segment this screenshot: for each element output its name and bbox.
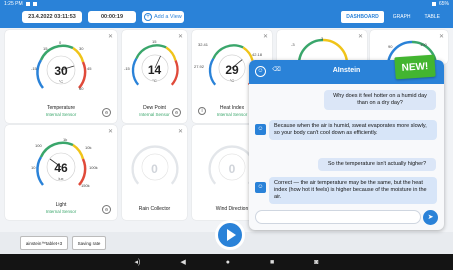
tick-label: 1k: [63, 137, 68, 142]
tick-label: 32.41: [198, 42, 209, 47]
timer-display[interactable]: 00:00:19: [88, 11, 136, 23]
tick-label: -3: [291, 42, 295, 47]
tick-label: 3: [321, 36, 324, 41]
gauge-unit: °C: [152, 78, 157, 83]
user-message: So the temperature isn't actually higher…: [318, 158, 436, 171]
date-display[interactable]: 23.4.2022 03:11:53: [22, 11, 82, 23]
tick-label: 100k: [89, 165, 98, 170]
tab-table[interactable]: TABLE: [420, 11, 445, 23]
notification-icon: [25, 2, 30, 6]
widget-light[interactable]: ✕ 46 lux 100 1k 10k 100k 150k 10 Light I…: [5, 125, 117, 220]
tick-label: -15: [124, 66, 130, 71]
widget-title: Rain Collector: [138, 206, 171, 212]
info-icon[interactable]: i: [198, 107, 206, 115]
gauge-unit: °C: [58, 79, 64, 84]
system-status-bar: 1:25 PM 65%: [0, 0, 453, 8]
tick-label: 10: [31, 165, 36, 170]
tick-label: -15: [31, 66, 37, 71]
tick-label: 27.92: [194, 64, 205, 69]
add-view-label: Add a View: [154, 14, 182, 20]
recents-icon[interactable]: ■: [270, 259, 274, 266]
gauge-value: 14: [147, 63, 162, 77]
tab-graph[interactable]: GRAPH: [388, 11, 416, 23]
widget-title: Light: [55, 202, 67, 208]
plus-icon: +: [144, 13, 152, 21]
tick-label: 15: [152, 39, 157, 44]
app-toolbar: 23.4.2022 03:11:53 00:00:19 + Add a View…: [0, 8, 453, 28]
widget-rain-collector[interactable]: ✕ 0 Rain Collector: [122, 125, 187, 220]
bot-avatar-icon: ☺: [255, 182, 266, 193]
tick-label: 10k: [85, 145, 92, 150]
tick-label: 0: [59, 40, 62, 45]
widget-source: Internal Sensor: [45, 209, 77, 214]
widget-temperature[interactable]: ✕ 30 °C 0 15 30 45 60 -15 Temperature In…: [5, 30, 117, 123]
ainstein-chat-panel: ☺ ⌫ AInstein Why does it feel hotter on …: [249, 60, 444, 230]
tick-label: 42.18: [252, 52, 263, 57]
settings-icon[interactable]: ⚙: [102, 205, 111, 214]
gauge-value: 46: [54, 161, 68, 175]
play-button[interactable]: [215, 220, 245, 250]
close-icon[interactable]: ✕: [178, 33, 183, 40]
widget-dew-point[interactable]: ✕ 14 °C 15 -15 Dew Point Internal Sensor…: [122, 30, 187, 123]
add-view-button[interactable]: + Add a View: [142, 11, 184, 23]
gauge-unit: lux: [58, 176, 64, 181]
new-badge: NEW!: [394, 54, 436, 80]
bot-message: Correct — the air temperature may be the…: [269, 177, 437, 204]
view-tabs: DASHBOARD GRAPH TABLE: [341, 11, 445, 23]
tick-label: 90: [388, 44, 393, 49]
bot-message: Because when the air is humid, sweat eva…: [269, 120, 437, 140]
home-icon[interactable]: ●: [226, 259, 230, 266]
user-message: Why does it feel hotter on a humid day t…: [324, 90, 436, 110]
tick-label: 15: [43, 46, 48, 51]
system-nav-bar: ◂) ◀ ● ■ ◙: [0, 254, 453, 270]
gauge-value: 30: [54, 64, 68, 78]
device-selector[interactable]: ainstein™tablet+3: [20, 236, 68, 250]
settings-icon[interactable]: ⚙: [102, 108, 111, 117]
saving-rate-button[interactable]: Saving rate: [72, 236, 106, 250]
tick-label: 60: [79, 86, 84, 91]
close-icon[interactable]: ✕: [263, 33, 268, 40]
wifi-icon: [431, 2, 436, 6]
widget-partial[interactable]: ✕ -3 3: [277, 30, 367, 65]
bot-avatar-icon: ☺: [255, 124, 266, 135]
back-icon[interactable]: ◀: [180, 258, 185, 266]
widget-source: Internal Sensor: [45, 112, 77, 117]
close-icon[interactable]: ✕: [178, 128, 183, 135]
close-icon[interactable]: ✕: [108, 128, 113, 135]
tick-label: 100: [420, 42, 427, 47]
tick-label: 100: [35, 143, 42, 148]
tab-dashboard[interactable]: DASHBOARD: [341, 11, 384, 23]
camera-icon[interactable]: ◙: [314, 259, 318, 266]
settings-icon[interactable]: ⚙: [172, 108, 181, 117]
battery-level: 65%: [438, 1, 449, 7]
clock: 1:25 PM: [4, 1, 23, 7]
play-icon: [227, 229, 236, 241]
chat-input[interactable]: [255, 210, 421, 224]
widget-title: Temperature: [46, 105, 76, 111]
close-icon[interactable]: ✕: [358, 33, 363, 40]
gauge-value: 0: [151, 162, 158, 176]
tick-label: 30: [79, 46, 84, 51]
send-icon[interactable]: ➤: [423, 210, 438, 225]
tick-label: 150k: [81, 183, 90, 188]
notification-icon: [32, 2, 37, 6]
volume-icon[interactable]: ◂): [135, 258, 141, 266]
close-icon[interactable]: ✕: [108, 33, 113, 40]
tick-label: 45: [87, 66, 92, 71]
